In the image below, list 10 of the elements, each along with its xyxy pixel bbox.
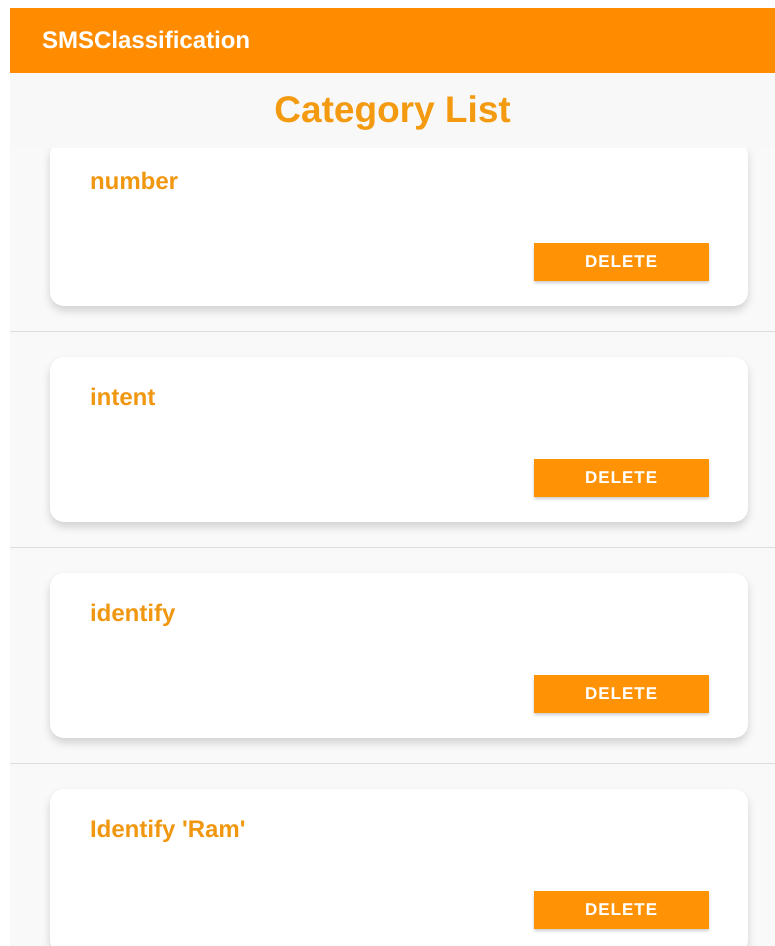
delete-button[interactable]: DELETE	[534, 459, 709, 497]
app-title: SMSClassification	[42, 26, 250, 54]
category-name: intent	[90, 384, 156, 411]
category-name: number	[90, 168, 178, 195]
category-name: Identify 'Ram'	[90, 816, 246, 843]
delete-button[interactable]: DELETE	[534, 675, 709, 713]
delete-button[interactable]: DELETE	[534, 891, 709, 929]
delete-button[interactable]: DELETE	[534, 243, 709, 281]
page-heading: Category List	[274, 89, 511, 131]
category-name: identify	[90, 600, 176, 627]
